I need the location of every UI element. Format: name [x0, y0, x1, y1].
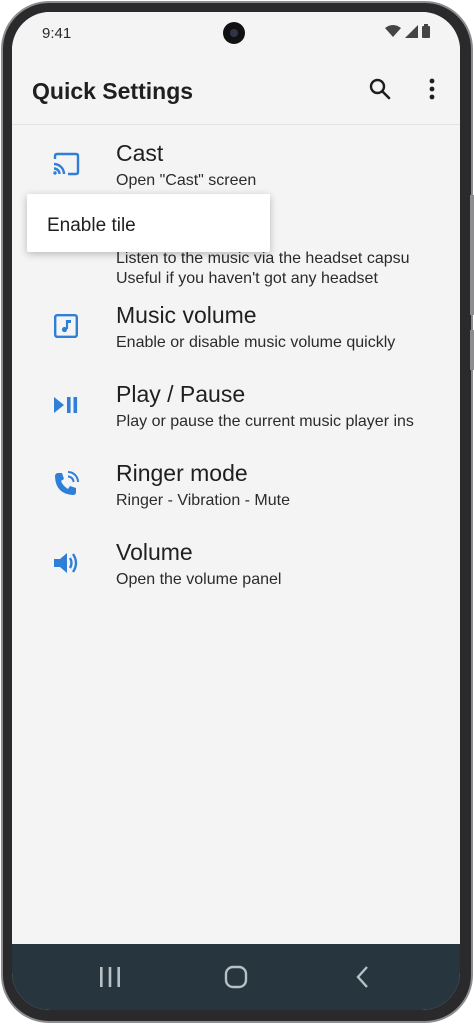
status-time: 9:41: [42, 25, 72, 42]
navigation-bar: [12, 944, 460, 1010]
signal-icon: [405, 24, 418, 38]
item-title: Ringer mode: [116, 460, 248, 486]
recent-apps-button[interactable]: [92, 960, 128, 994]
item-subtitle: Ringer - Vibration - Mute: [116, 492, 290, 509]
item-title: Volume: [116, 539, 193, 565]
list-item-volume[interactable]: Volume Open the volume panel: [12, 537, 460, 616]
list-item-music-volume[interactable]: Music volume Enable or disable music vol…: [12, 300, 460, 379]
play-pause-icon: [52, 391, 80, 419]
speaker-icon: [52, 549, 80, 577]
item-title: Music volume: [116, 302, 257, 328]
status-bar: 9:41: [12, 12, 460, 54]
home-icon: [224, 965, 248, 989]
back-icon: [356, 966, 368, 988]
item-title: Play / Pause: [116, 381, 246, 407]
power-button: [470, 330, 474, 370]
front-camera: [223, 22, 245, 44]
search-icon[interactable]: [367, 76, 393, 102]
item-subtitle: Enable or disable music volume quickly: [116, 334, 396, 351]
list-item-play-pause[interactable]: Play / Pause Play or pause the current m…: [12, 379, 460, 458]
phone-ring-icon: [52, 470, 80, 498]
back-button[interactable]: [344, 960, 380, 994]
enable-tile-menu-item[interactable]: Enable tile: [47, 215, 136, 237]
item-subtitle: Play or pause the current music player i…: [116, 413, 414, 430]
volume-button: [470, 195, 474, 315]
music-note-icon: [52, 312, 80, 340]
item-subtitle: Open "Cast" screen: [116, 172, 257, 189]
recent-apps-icon: [100, 967, 120, 987]
context-menu: Enable tile: [27, 194, 270, 252]
app-bar: Quick Settings: [12, 54, 460, 125]
status-icons: [385, 24, 430, 38]
item-subtitle: Open the volume panel: [116, 571, 282, 588]
page-title: Quick Settings: [32, 78, 194, 104]
cast-icon: [52, 150, 80, 178]
more-vert-icon[interactable]: [419, 76, 445, 102]
list-item-cast[interactable]: Cast Open "Cast" screen: [12, 124, 460, 203]
list-item-ringer-mode[interactable]: Ringer mode Ringer - Vibration - Mute: [12, 458, 460, 537]
item-subtitle-line1: Listen to the music via the headset caps…: [116, 250, 410, 267]
wifi-icon: [385, 24, 401, 37]
item-subtitle-line2: Useful if you haven't got any headset: [116, 270, 378, 287]
battery-icon: [422, 24, 430, 38]
phone-screen: 9:41 Quick Settings Cast Open "Cast" scr…: [12, 12, 460, 1010]
item-title: Cast: [116, 140, 164, 166]
home-button[interactable]: [218, 960, 254, 994]
